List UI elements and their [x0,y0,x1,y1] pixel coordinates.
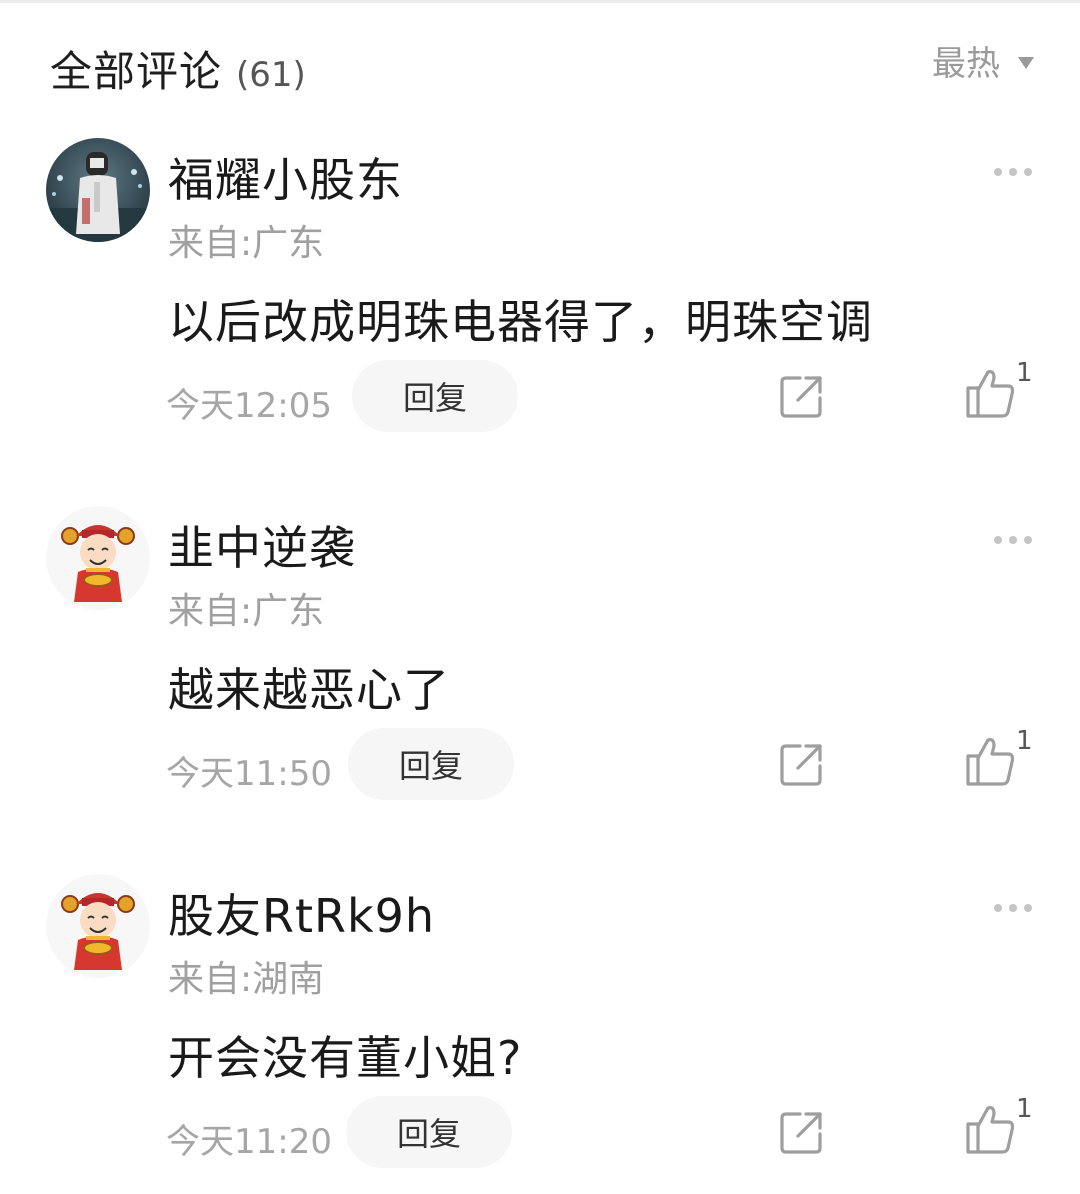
comment-text: 开会没有董小姐? [168,1031,523,1085]
comment-item: 股友RtRk9h 来自:湖南 开会没有董小姐? 今天11:20 回复 1 [0,874,1080,1194]
comments-count: (61) [236,55,306,95]
reply-button[interactable]: 回复 [348,728,514,800]
reply-button[interactable]: 回复 [346,1096,512,1168]
like-count: 1 [1016,726,1033,756]
thumbs-up-icon[interactable] [964,1102,1016,1156]
commenter-name[interactable]: 福耀小股东 [168,144,403,210]
comment-text: 以后改成明珠电器得了，明珠空调 [168,295,873,349]
comment-item: 韭中逆袭 来自:广东 越来越恶心了 今天11:50 回复 1 [0,506,1080,826]
more-options-icon[interactable] [994,904,1032,912]
comment-time: 今天11:20 [166,1122,332,1162]
thumbs-up-icon[interactable] [964,734,1016,788]
sort-label: 最热 [932,44,1000,84]
more-options-icon[interactable] [994,536,1032,544]
comment-text: 越来越恶心了 [168,663,450,717]
commenter-name[interactable]: 韭中逆袭 [168,512,356,578]
share-icon[interactable] [778,372,826,420]
comments-header: 全部评论 (61) [50,38,306,96]
avatar[interactable] [46,874,150,978]
reply-button[interactable]: 回复 [352,360,518,432]
sort-dropdown[interactable]: 最热 [932,36,1034,85]
comment-time: 今天11:50 [166,754,332,794]
like-count: 1 [1016,358,1033,388]
avatar[interactable] [46,138,150,242]
top-divider [0,0,1080,3]
share-icon[interactable] [778,1108,826,1156]
comment-item: 福耀小股东 来自:广东 以后改成明珠电器得了，明珠空调 今天12:05 回复 1 [0,138,1080,458]
commenter-location: 来自:广东 [168,223,325,264]
share-icon[interactable] [778,740,826,788]
avatar[interactable] [46,506,150,610]
commenter-location: 来自:湖南 [168,959,325,1000]
like-count: 1 [1016,1094,1033,1124]
commenter-location: 来自:广东 [168,591,325,632]
more-options-icon[interactable] [994,168,1032,176]
commenter-name[interactable]: 股友RtRk9h [168,880,435,946]
comment-time: 今天12:05 [166,386,332,426]
caret-down-icon [1018,56,1034,69]
thumbs-up-icon[interactable] [964,366,1016,420]
comments-title: 全部评论 [50,47,223,96]
